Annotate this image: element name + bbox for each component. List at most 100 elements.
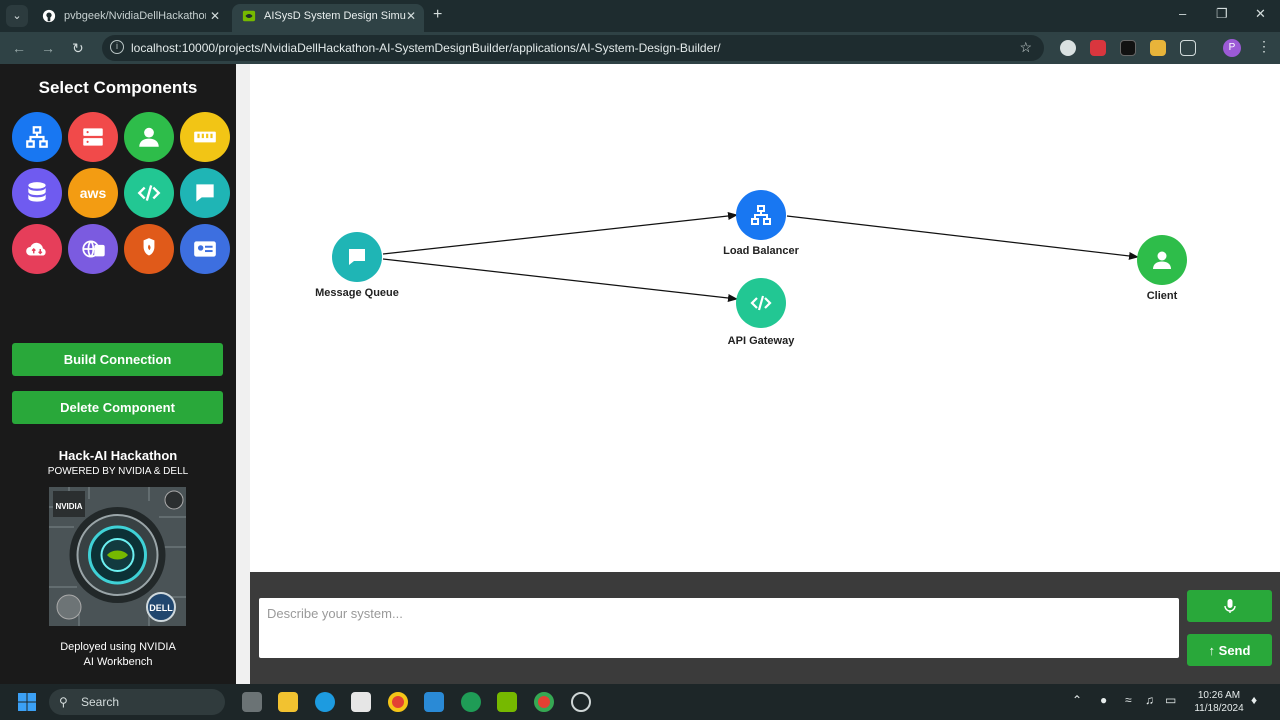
microphone-tray-icon[interactable]: ●	[1100, 693, 1107, 707]
component-cdn-button[interactable]	[12, 224, 62, 274]
clock-date: 11/18/2024	[1194, 703, 1244, 714]
chrome-profile-icon[interactable]	[534, 692, 554, 712]
browser-menu-icon[interactable]: ⋮	[1257, 38, 1271, 55]
back-icon[interactable]: ←	[12, 39, 26, 57]
app-icon[interactable]	[571, 692, 591, 712]
network-icon	[26, 126, 48, 148]
browser-tab-aisysd[interactable]: AISysD System Design Simulato ✕	[232, 4, 424, 32]
component-firewall-button[interactable]	[124, 224, 174, 274]
site-info-icon[interactable]: i	[110, 40, 124, 54]
poster-dell-text: DELL	[149, 603, 173, 613]
battery-icon[interactable]: ▭	[1165, 693, 1176, 707]
node-circle[interactable]	[736, 278, 786, 328]
aws-logo-icon: aws	[79, 185, 107, 201]
node-label: Client	[1146, 290, 1178, 302]
notification-bell-icon[interactable]: ♦	[1251, 693, 1257, 707]
component-aws-button[interactable]: aws	[68, 168, 118, 218]
design-canvas[interactable]: Message Queue Load Balancer API Gateway …	[250, 64, 1280, 572]
microphone-icon	[1223, 599, 1236, 613]
delete-component-button[interactable]: Delete Component	[12, 391, 223, 424]
send-label: Send	[1218, 642, 1251, 658]
user-card-icon	[194, 241, 216, 257]
component-load-balancer-button[interactable]	[12, 112, 62, 162]
restore-icon[interactable]: ❐	[1216, 6, 1228, 22]
user-icon	[1153, 251, 1171, 269]
store-icon[interactable]	[351, 692, 371, 712]
node-label: Load Balancer	[723, 245, 799, 257]
address-bar[interactable]: i localhost:10000/projects/NvidiaDellHac…	[102, 35, 1044, 61]
windows-start-icon[interactable]	[17, 692, 37, 712]
system-clock[interactable]: 10:26 AM 11/18/2024	[1190, 689, 1248, 715]
extension-icon[interactable]	[1150, 40, 1166, 56]
taskbar-search-label: Search	[81, 695, 120, 709]
chrome-icon[interactable]	[388, 692, 408, 712]
nvidia-workbench-icon[interactable]	[497, 692, 517, 712]
hackathon-title: Hack-AI Hackathon	[58, 448, 178, 463]
send-button[interactable]: ↑ Send	[1187, 634, 1272, 666]
chat-panel: ↑ Send	[250, 572, 1280, 684]
forward-icon[interactable]: →	[41, 39, 55, 57]
extension-icon[interactable]	[1090, 40, 1106, 56]
node-label: API Gateway	[727, 335, 795, 347]
node-circle[interactable]	[332, 232, 382, 282]
code-icon	[137, 185, 161, 201]
minimize-icon[interactable]: –	[1179, 6, 1186, 21]
user-icon	[139, 127, 159, 147]
component-cache-button[interactable]	[180, 112, 230, 162]
chat-icon	[196, 184, 214, 202]
component-api-gateway-button[interactable]	[124, 168, 174, 218]
component-auth-service-button[interactable]	[180, 224, 230, 274]
task-view-icon[interactable]	[242, 692, 262, 712]
bookmark-star-icon[interactable]: ☆	[1019, 39, 1032, 56]
sidebar-title: Select Components	[38, 78, 198, 97]
clock-time: 10:26 AM	[1197, 690, 1241, 701]
profile-avatar[interactable]: P	[1223, 39, 1241, 57]
node-label: Message Queue	[315, 287, 399, 299]
server-icon	[83, 128, 103, 146]
close-tab-icon[interactable]: ✕	[406, 4, 416, 28]
component-database-button[interactable]	[12, 168, 62, 218]
tray-expand-icon[interactable]: ⌃	[1072, 693, 1082, 707]
microphone-button[interactable]	[1187, 590, 1272, 622]
app-icon[interactable]	[461, 692, 481, 712]
edge-browser-icon[interactable]	[315, 692, 335, 712]
vscode-icon[interactable]	[424, 692, 444, 712]
component-client-button[interactable]	[124, 112, 174, 162]
github-icon	[42, 9, 56, 23]
browser-tab-bar: ⌄ pvbgeek/NvidiaDellHackathon- ✕ AISysD …	[0, 0, 1280, 32]
component-server-button[interactable]	[68, 112, 118, 162]
build-connection-button[interactable]: Build Connection	[12, 343, 223, 376]
reload-icon[interactable]: ↻	[72, 39, 84, 57]
poster-nvidia-text: NVIDIA	[55, 502, 82, 511]
sidebar-scrollbar[interactable]	[236, 64, 250, 684]
component-dns-button[interactable]	[68, 224, 118, 274]
chat-icon	[349, 249, 365, 265]
volume-icon[interactable]: ♫	[1145, 693, 1154, 707]
database-icon	[28, 182, 46, 202]
nvidia-icon	[242, 10, 256, 22]
deploy-line-1: Deployed using NVIDIA	[60, 641, 176, 653]
taskbar-search[interactable]: ⚲ Search	[49, 689, 225, 715]
url-text[interactable]: localhost:10000/projects/NvidiaDellHacka…	[131, 41, 721, 55]
extension-icon[interactable]	[1120, 40, 1136, 56]
hackathon-poster: NVIDIA DELL	[49, 487, 186, 626]
close-tab-icon[interactable]: ✕	[210, 4, 220, 28]
component-sidebar: Select Components aws Build Connection D…	[0, 64, 236, 684]
deploy-line-2: AI Workbench	[83, 656, 153, 668]
node-circle[interactable]	[736, 190, 786, 240]
globe-card-icon	[82, 240, 105, 258]
hackathon-subtitle: POWERED BY NVIDIA & DELL	[47, 466, 189, 477]
file-explorer-icon[interactable]	[278, 692, 298, 712]
extension-icon[interactable]	[1060, 40, 1076, 56]
new-tab-button[interactable]: +	[433, 5, 442, 25]
node-circle[interactable]	[1137, 235, 1187, 285]
wifi-icon[interactable]: ≈	[1125, 693, 1132, 707]
extensions-puzzle-icon[interactable]	[1180, 40, 1196, 56]
tab-search-button[interactable]: ⌄	[6, 5, 28, 27]
window-close-icon[interactable]: ✕	[1255, 6, 1266, 22]
component-message-queue-button[interactable]	[180, 168, 230, 218]
browser-tab-github[interactable]: pvbgeek/NvidiaDellHackathon- ✕	[32, 4, 228, 32]
describe-system-input[interactable]	[259, 598, 1179, 658]
arrow-up-icon: ↑	[1208, 642, 1216, 658]
tab-title: AISysD System Design Simulato	[264, 10, 406, 22]
